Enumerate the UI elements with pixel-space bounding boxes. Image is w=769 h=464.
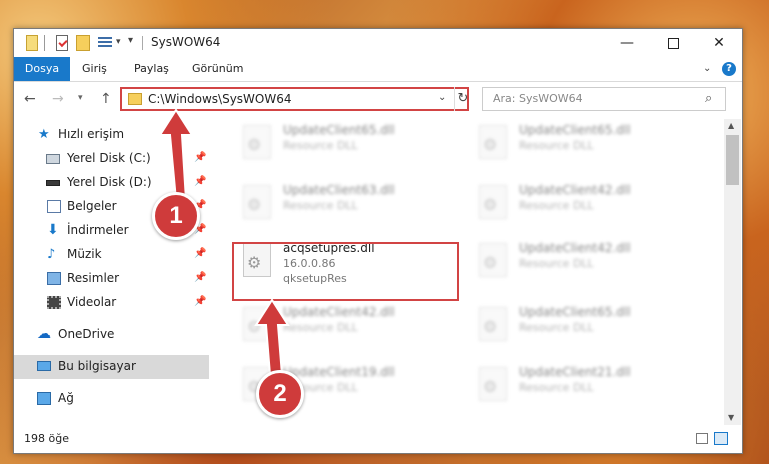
annotation-marker-2: 2 [256,370,304,418]
arrow-2 [254,298,290,376]
annotation-marker-1: 1 [152,192,200,240]
arrow-1 [158,108,194,201]
annotation-arrows [158,108,290,376]
